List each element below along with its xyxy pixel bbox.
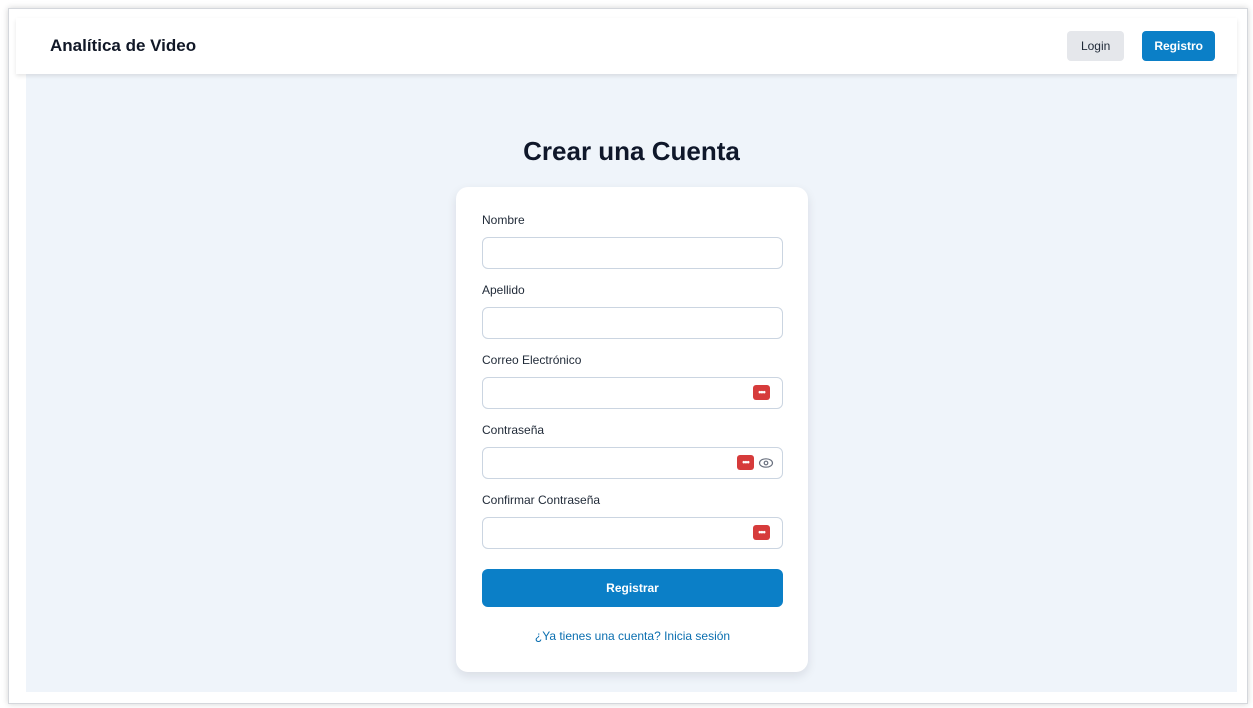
brand-title: Analítica de Video	[50, 36, 197, 55]
navbar: Analítica de Video Login Registro	[16, 18, 1237, 74]
register-nav-button[interactable]: Registro	[1142, 31, 1215, 61]
last-name-wrap	[482, 307, 783, 339]
password-manager-icon[interactable]: •••	[753, 525, 770, 540]
email-label: Correo Electrónico	[482, 353, 582, 367]
page-title: Crear una Cuenta	[523, 136, 740, 166]
field-email: Correo Electrónico •••	[482, 353, 783, 409]
first-name-wrap	[482, 237, 783, 269]
email-wrap: •••	[482, 377, 783, 409]
last-name-label: Apellido	[482, 283, 525, 297]
eye-icon[interactable]	[758, 455, 774, 471]
login-button[interactable]: Login	[1066, 31, 1125, 61]
confirm-password-wrap: •••	[482, 517, 783, 549]
register-form: Nombre Apellido Correo Electrónico ••• C…	[456, 187, 808, 672]
first-name-input[interactable]	[482, 237, 783, 269]
nav-actions: Login Registro	[1066, 31, 1215, 61]
password-manager-icon[interactable]: •••	[737, 455, 754, 470]
email-input[interactable]	[482, 377, 783, 409]
first-name-label: Nombre	[482, 213, 525, 227]
password-label: Contraseña	[482, 423, 545, 437]
field-confirm-password: Confirmar Contraseña •••	[482, 493, 783, 549]
main-content: Crear una Cuenta Nombre Apellido Correo …	[26, 74, 1237, 692]
field-password: Contraseña •••	[482, 423, 783, 479]
confirm-password-input[interactable]	[482, 517, 783, 549]
login-link[interactable]: ¿Ya tienes una cuenta? Inicia sesión	[482, 629, 783, 643]
last-name-input[interactable]	[482, 307, 783, 339]
field-first-name: Nombre	[482, 213, 783, 269]
password-wrap: •••	[482, 447, 783, 479]
field-last-name: Apellido	[482, 283, 783, 339]
submit-register-button[interactable]: Registrar	[482, 569, 783, 607]
password-manager-icon[interactable]: •••	[753, 385, 770, 400]
confirm-password-label: Confirmar Contraseña	[482, 493, 601, 507]
